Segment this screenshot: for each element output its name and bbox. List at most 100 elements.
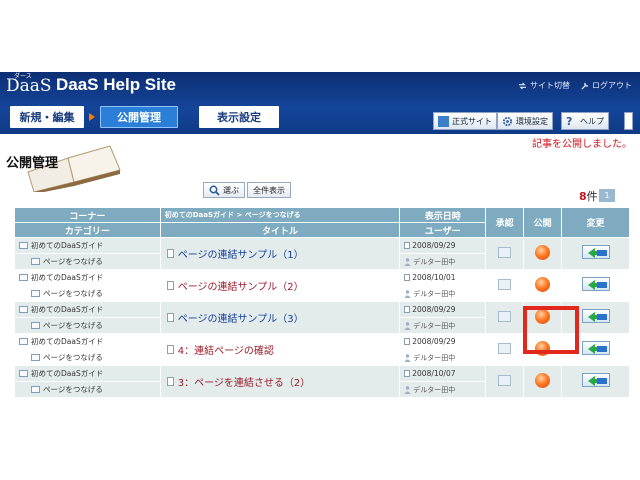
tab-new-edit[interactable]: 新規・編集 [10,106,84,128]
active-arrow-icon [89,113,95,121]
article-title-link[interactable]: 4：連結ページの確認 [161,342,400,357]
extra-toolbar-button[interactable] [624,112,633,130]
col-user: ユーザー [399,222,487,238]
article-title-link[interactable]: ページの連結サンプル（2） [161,278,400,293]
category-label: ページをつなげる [43,289,103,298]
highlight-box [523,306,579,354]
corner-label: 初めてのDaaSガイド [31,369,104,378]
change-button[interactable] [581,309,610,323]
result-count: 8件 [579,188,598,204]
approve-checkbox[interactable] [498,311,512,322]
article-title: ページの連結サンプル（1） [177,250,304,261]
user-cell: デルター田中 [399,317,487,334]
date-label: 2008/10/07 [412,369,456,378]
logout-label: ログアウト [592,81,632,90]
col-datetime: 表示日時 [399,207,487,223]
help-button[interactable]: ? ヘルプ [561,112,609,130]
approve-checkbox[interactable] [498,375,512,386]
status-message: 記事を公開しました。 [532,139,632,150]
corner-cell: 初めてのDaaSガイド [14,365,161,382]
folder-icon [19,306,28,313]
calendar-icon [404,338,411,345]
user-cell: デルター田中 [399,253,487,270]
gear-icon [502,116,513,126]
official-site-label: 正式サイト [452,116,492,126]
title-cell: ページの連結サンプル（3） [159,301,401,334]
article-title: ページの連結サンプル（3） [177,314,304,325]
title-cell: ページの連結サンプル（1） [159,237,401,270]
page-title: 公開管理 [6,156,59,171]
calendar-icon [404,306,411,313]
user-label: デルター田中 [413,385,456,394]
date-cell: 2008/09/29 [399,301,487,318]
article-title-link[interactable]: ページの連結サンプル（1） [161,246,400,261]
corner-label: 初めてのDaaSガイド [31,273,104,282]
date-cell: 2008/10/01 [399,269,487,286]
date-cell: 2008/09/29 [399,333,487,350]
publish-status-button[interactable] [535,373,551,388]
approve-checkbox[interactable] [498,279,512,290]
back-arrow-icon [587,376,607,386]
change-button[interactable] [581,341,610,355]
col-title: タイトル [159,222,401,238]
publish-status-button[interactable] [535,277,551,292]
change-button[interactable] [581,245,610,259]
logo-kana: ダース [14,73,32,80]
date-label: 2008/10/01 [412,273,456,282]
user-label: デルター田中 [413,353,456,362]
article-title-link[interactable]: 3：ページを連結させる（2） [161,374,400,389]
corner-label: 初めてのDaaSガイド [31,337,104,346]
corner-cell: 初めてのDaaSガイド [14,333,161,350]
date-cell: 2008/09/29 [399,237,487,254]
title-cell: 3：ページを連結させる（2） [159,365,401,398]
show-all-button[interactable]: 全件表示 [247,182,291,198]
publish-cell [523,269,563,302]
approve-cell [485,269,525,302]
select-button[interactable]: 選ぶ [203,182,245,198]
folder-icon [31,386,40,393]
logout-link[interactable]: ログアウト [580,80,632,91]
col-approve: 承認 [485,207,525,238]
change-button[interactable] [581,277,610,291]
site-title: DaaS Help Site [56,75,176,94]
user-label: デルター田中 [413,289,456,298]
folder-icon [31,354,40,361]
switch-site-link[interactable]: サイト切替 [518,80,570,91]
settings-label: 環境設定 [516,116,548,126]
table-row: 初めてのDaaSガイド 3：ページを連結させる（2） 2008/10/07 [14,365,630,398]
date-cell: 2008/10/07 [399,365,487,382]
change-cell [561,365,630,398]
folder-icon [31,322,40,329]
tab-publish-management[interactable]: 公開管理 [100,106,178,128]
settings-button[interactable]: 環境設定 [497,112,553,130]
official-site-button[interactable]: 正式サイト [433,112,497,130]
publish-status-button[interactable] [535,245,551,260]
user-icon [404,289,411,298]
corner-label: 初めてのDaaSガイド [31,241,104,250]
user-label: デルター田中 [413,321,456,330]
article-title: 3：ページを連結させる（2） [177,378,311,389]
approve-cell [485,333,525,366]
approve-checkbox[interactable] [498,343,512,354]
category-cell: ページをつなげる [14,285,161,302]
change-button[interactable] [581,373,610,387]
change-cell [561,269,630,302]
publish-cell [523,365,563,398]
calendar-icon [404,242,411,249]
article-table: コーナー 初めてのDaaSガイド > ページをつなげる 表示日時 承認 公開 変… [14,207,630,398]
tab-display-settings[interactable]: 表示設定 [199,106,279,128]
approve-checkbox[interactable] [498,247,512,258]
site-header: ダース DaaS DaaS Help Site サイト切替 ログアウト 新規・編… [0,72,640,134]
folder-icon [19,370,28,377]
table-row: 初めてのDaaSガイドページの連結サンプル（1） 2008/09/29 [14,237,630,270]
document-icon [166,377,174,386]
article-title-link[interactable]: ページの連結サンプル（3） [161,310,400,325]
magnifier-icon [209,185,220,196]
approve-cell [485,237,525,270]
wrench-icon [581,81,589,90]
user-icon [404,257,411,266]
col-category: カテゴリー [14,222,161,238]
category-cell: ページをつなげる [14,253,161,270]
page-number[interactable]: 1 [599,189,615,202]
user-icon [404,353,411,362]
